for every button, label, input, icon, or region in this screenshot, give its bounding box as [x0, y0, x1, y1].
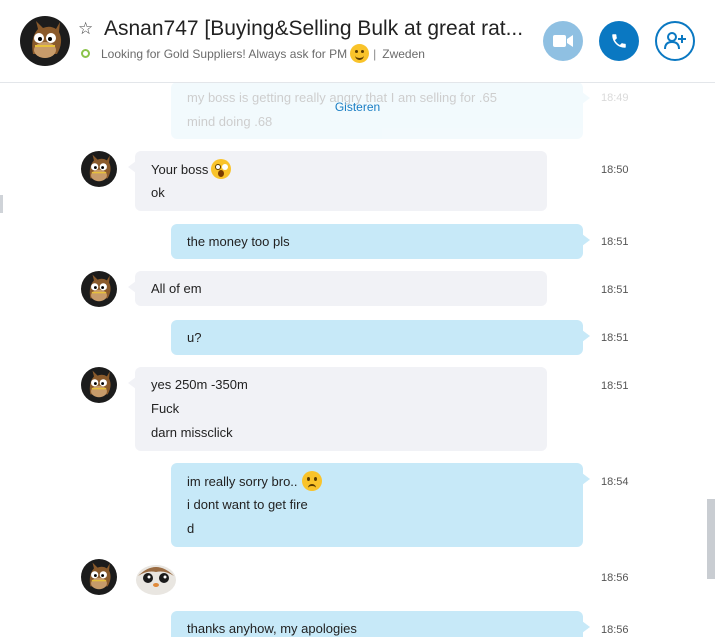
message-time: 18:51	[601, 380, 629, 392]
divider: |	[373, 46, 377, 61]
worried-emoji-icon	[301, 471, 322, 491]
message-bubble-outgoing[interactable]: the money too pls	[171, 224, 590, 259]
sender-avatar[interactable]	[81, 271, 117, 307]
message-text: yes 250m -350m	[151, 377, 248, 392]
message-bubble-outgoing[interactable]: u?	[171, 320, 590, 355]
sender-avatar[interactable]	[81, 367, 117, 403]
message-text: Fuck	[151, 401, 180, 416]
video-camera-icon	[553, 35, 573, 47]
favorite-star-icon[interactable]: ☆	[78, 19, 93, 39]
message-time: 18:54	[601, 476, 629, 488]
add-participant-button[interactable]	[655, 21, 695, 61]
audio-call-button[interactable]	[599, 21, 639, 61]
message-time: 18:51	[601, 284, 629, 296]
message-text: mind doing .68	[187, 114, 273, 129]
surprised-emoji-icon	[211, 159, 232, 179]
video-call-button[interactable]	[543, 21, 583, 61]
phone-icon	[612, 34, 626, 48]
message-line: Your boss	[151, 159, 232, 179]
message-text: i dont want to get fire	[187, 497, 308, 512]
sender-avatar[interactable]	[81, 559, 117, 595]
message-bubble-incoming[interactable]: All of em	[128, 271, 547, 306]
message-bubble-outgoing[interactable]: thanks anyhow, my apologies	[171, 611, 590, 637]
add-person-icon	[664, 32, 686, 50]
scrollbar-thumb[interactable]	[707, 499, 715, 579]
message-bubble-outgoing[interactable]: im really sorry bro.. i dont want to get…	[171, 463, 590, 547]
message-text: ok	[151, 185, 165, 200]
message-line: im really sorry bro..	[187, 471, 322, 491]
presence-status-icon	[81, 49, 90, 58]
message-time: 18:50	[601, 164, 629, 176]
contact-avatar[interactable]	[20, 16, 70, 66]
message-time: 18:51	[601, 332, 629, 344]
contact-name: Asnan747 [Buying&Selling Bulk at great r…	[104, 17, 524, 40]
sender-avatar[interactable]	[81, 151, 117, 187]
mood-message: Looking for Gold Suppliers! Always ask f…	[101, 46, 348, 61]
message-time: 18:56	[601, 572, 629, 584]
conversation-pane[interactable]: my boss is getting really angry that I a…	[0, 82, 715, 637]
message-text: the money too pls	[187, 234, 290, 249]
status-row: Looking for Gold Suppliers! Always ask f…	[81, 44, 425, 63]
smile-emoji-icon	[350, 44, 370, 63]
message-text: d	[187, 521, 195, 536]
chat-header: ☆ Asnan747 [Buying&Selling Bulk at great…	[0, 0, 715, 83]
date-separator: Gisteren	[334, 100, 381, 114]
message-bubble-incoming[interactable]: yes 250m -350m Fuck darn missclick	[128, 367, 547, 451]
contact-location: Zweden	[382, 46, 425, 61]
message-text: Your boss	[151, 161, 209, 177]
message-text: All of em	[151, 281, 202, 296]
message-bubble-incoming[interactable]: Your boss ok	[128, 151, 547, 211]
porg-sticker-icon[interactable]	[135, 558, 177, 596]
message-time: 18:56	[601, 624, 629, 636]
message-time: 18:51	[601, 236, 629, 248]
message-text: u?	[187, 330, 202, 345]
message-text: thanks anyhow, my apologies	[187, 621, 357, 636]
message-text: im really sorry bro..	[187, 473, 298, 489]
pane-resize-handle[interactable]	[0, 195, 3, 213]
message-text: darn missclick	[151, 425, 233, 440]
